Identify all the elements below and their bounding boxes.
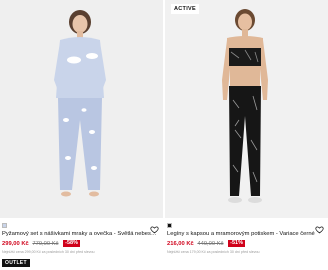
heart-icon[interactable] — [150, 221, 159, 234]
product-grid: Pyžamový set s nášivkami mraky a ovečka … — [0, 0, 328, 270]
discount-badge: -51% — [228, 240, 245, 247]
original-price: 449,00 Kč — [197, 241, 224, 247]
price-row: 216,00 Kč 449,00 Kč -51% — [167, 240, 324, 249]
product-image[interactable] — [0, 0, 163, 218]
current-price: 299,00 Kč — [2, 241, 29, 247]
price-row: 299,00 Kč 779,00 Kč -58% — [2, 240, 159, 249]
product-card[interactable]: ACTIVE Legíny s kapsou a mramorovým poti… — [165, 0, 328, 270]
product-title[interactable]: Legíny s kapsou a mramorovým potiskem - … — [167, 231, 324, 238]
color-swatch[interactable] — [167, 223, 172, 228]
product-photo-pajamas — [0, 0, 163, 218]
color-swatch[interactable] — [2, 223, 7, 228]
heart-icon[interactable] — [315, 221, 324, 234]
product-image[interactable]: ACTIVE — [165, 0, 328, 218]
discount-badge: -58% — [63, 240, 80, 247]
product-title[interactable]: Pyžamový set s nášivkami mraky a ovečka … — [2, 231, 159, 238]
original-price: 779,00 Kč — [32, 241, 59, 247]
category-badge: ACTIVE — [171, 4, 199, 14]
product-photo-leggings — [165, 0, 328, 218]
current-price: 216,00 Kč — [167, 241, 194, 247]
lowest-price-note: Nejnižší cena 179,00 Kč za posledních 30… — [167, 250, 260, 254]
lowest-price-note: Nejnižší cena 299,00 Kč za posledních 30… — [2, 250, 95, 254]
outlet-badge: OUTLET — [2, 259, 30, 267]
product-card[interactable]: Pyžamový set s nášivkami mraky a ovečka … — [0, 0, 163, 270]
